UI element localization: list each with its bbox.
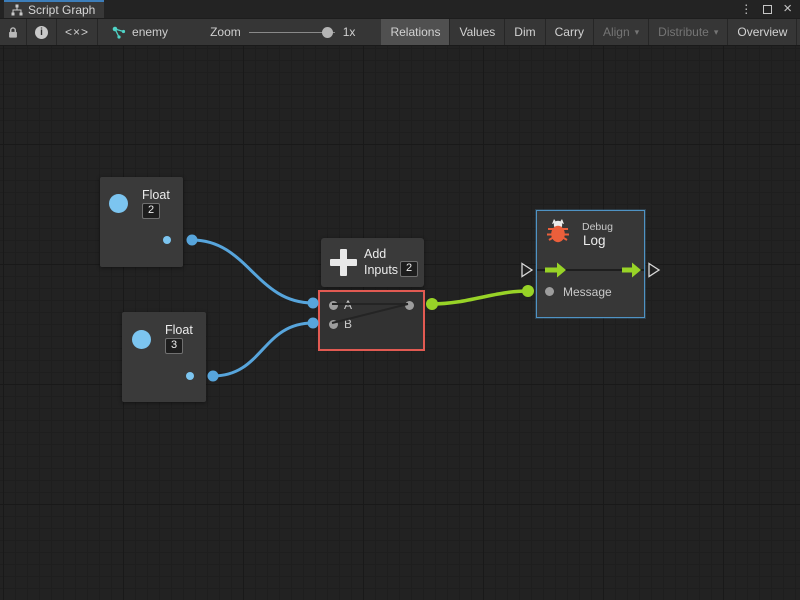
values-button[interactable]: Values	[450, 19, 505, 45]
float-node-1[interactable]: Float 2	[100, 177, 183, 267]
add-input-a-label: A	[344, 298, 352, 312]
wire-float1-to-add-a[interactable]	[192, 240, 313, 303]
add-plus-icon	[330, 249, 357, 276]
close-icon[interactable]: ×	[783, 1, 792, 16]
zoom-label: Zoom	[210, 25, 241, 39]
code-view-button[interactable]: <×>	[57, 19, 98, 45]
carry-button[interactable]: Carry	[546, 19, 594, 45]
wire-add-to-debug-message[interactable]	[432, 291, 528, 304]
add-input-b-label: B	[344, 317, 352, 331]
window-menu-icon[interactable]: ⋮	[740, 3, 752, 15]
float-output-port[interactable]	[186, 372, 194, 380]
add-node-body-error-highlight[interactable]: A B	[318, 290, 425, 351]
add-input-a-port[interactable]	[329, 301, 338, 310]
add-output-port[interactable]	[405, 301, 414, 310]
zoom-slider[interactable]	[249, 26, 335, 38]
flow-port-triangle-left[interactable]	[522, 264, 532, 277]
distribute-dropdown[interactable]: Distribute ▾	[649, 19, 728, 45]
overview-button[interactable]: Overview	[728, 19, 797, 45]
float-value-input[interactable]: 3	[165, 338, 183, 354]
maximize-icon[interactable]	[763, 5, 772, 14]
node-title: Add	[364, 247, 386, 261]
toolbar-spacer	[365, 19, 381, 45]
script-graph-window: Script Graph ⋮ × i <×>	[0, 0, 800, 600]
float-node-icon	[109, 194, 128, 213]
relations-button[interactable]: Relations	[381, 19, 450, 45]
lock-icon	[8, 26, 18, 39]
float-value-input[interactable]: 2	[142, 203, 160, 219]
graph-name-label: enemy	[132, 25, 168, 39]
graph-tab-icon	[11, 4, 23, 16]
zoom-control: Zoom 1x	[178, 19, 365, 45]
graph-canvas[interactable]: Float 2 Float 3 Add Inputs 2 A B	[0, 46, 800, 600]
tab-script-graph[interactable]: Script Graph	[4, 0, 104, 18]
flow-port-triangle-right[interactable]	[649, 264, 659, 277]
graph-toolbar: i <×> enemy Zoom 1x Relations Values	[0, 18, 800, 46]
wire-float2-to-add-b[interactable]	[213, 323, 313, 376]
debug-log-node[interactable]: Debug Log Message	[536, 210, 645, 318]
align-dropdown[interactable]: Align ▾	[594, 19, 649, 45]
chevron-down-icon: ▾	[635, 27, 640, 38]
add-inputs-count[interactable]: 2	[400, 261, 418, 277]
float-node-icon	[132, 330, 151, 349]
node-title: Log	[583, 233, 606, 248]
add-inputs-label: Inputs	[364, 263, 398, 277]
float-output-port[interactable]	[163, 236, 171, 244]
node-title: Float	[165, 323, 193, 337]
info-icon: i	[35, 26, 48, 39]
bug-icon	[545, 217, 571, 244]
chevron-down-icon: ▾	[714, 27, 719, 38]
add-node-header[interactable]: Add Inputs 2	[321, 238, 424, 287]
add-input-b-port[interactable]	[329, 320, 338, 329]
code-icon: <×>	[65, 25, 89, 39]
debug-message-port[interactable]	[545, 287, 554, 296]
graph-breadcrumb[interactable]: enemy	[98, 19, 178, 45]
zoom-slider-handle[interactable]	[322, 27, 333, 38]
dim-button[interactable]: Dim	[505, 19, 545, 45]
tab-label: Script Graph	[28, 3, 95, 17]
debug-message-label: Message	[563, 285, 612, 299]
info-button[interactable]: i	[27, 19, 57, 45]
zoom-value: 1x	[343, 25, 356, 39]
float-node-2[interactable]: Float 3	[122, 312, 206, 402]
node-title: Float	[142, 188, 170, 202]
node-category: Debug	[582, 221, 613, 233]
graph-icon	[112, 26, 126, 39]
lock-button[interactable]	[0, 19, 27, 45]
title-bar: Script Graph ⋮ ×	[0, 0, 800, 18]
